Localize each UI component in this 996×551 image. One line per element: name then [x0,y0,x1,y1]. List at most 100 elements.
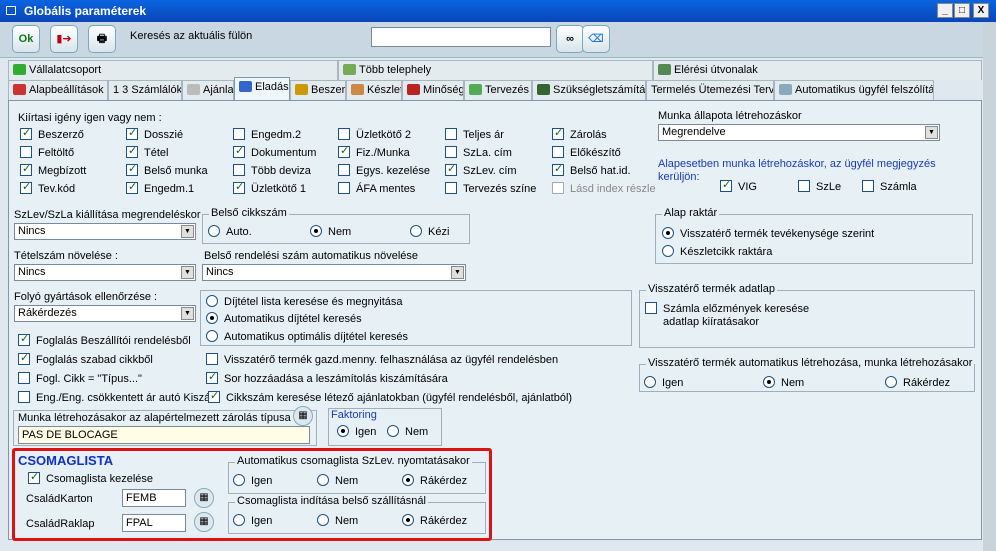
maximize-button[interactable]: □ [954,3,970,18]
kiirtasi-checkbox[interactable]: Üzletkötő 1 [233,180,306,195]
dijtetel-optimalis-radio[interactable]: Automatikus optimális díjtétel keresés [206,330,408,343]
tab-alapbeallitasok[interactable]: Alapbeállítások [8,80,108,100]
right-scrollbar[interactable] [983,22,996,551]
kiirtasi-checkbox[interactable]: Fiz./Munka [338,144,410,159]
csalad-raklap-picker-button[interactable]: ▦ [194,512,214,532]
tab-szamlalok[interactable]: 1 3 Számlálók [108,80,182,100]
foglalas-szabad-cikk-checkbox[interactable]: Foglalás szabad cikkből [18,351,153,366]
auto-csomaglista-nem-radio[interactable]: Nem [317,474,358,487]
kiirtasi-checkbox[interactable]: Tev.kód [20,180,75,195]
faktoring-nem-radio[interactable]: Nem [387,425,428,438]
tab-eleresi-utvonalak[interactable]: Elérési útvonalak [653,60,982,80]
szamla-checkbox[interactable]: Számla [862,180,917,193]
belso-cikkszam-nem-radio[interactable]: Nem [310,225,351,238]
alap-raktar-visszatero-radio[interactable]: Visszatérő termék tevékenysége szerint [662,227,874,240]
alap-raktar-keszletcikk-radio[interactable]: Készletcikk raktára [662,245,772,258]
plan-icon [469,84,482,95]
belso-rendelesi-select[interactable]: Nincs ▼ [202,264,466,281]
faktoring-igen-radio[interactable]: Igen [337,425,376,438]
foglalas-beszallitoi-checkbox[interactable]: Foglalás Beszállítói rendelésből [18,332,191,347]
kiirtasi-checkbox[interactable]: Lásd index részle [552,182,656,195]
ok-button-label: Ok [18,33,34,45]
kiirtasi-checkbox[interactable]: Több deviza [233,164,311,177]
csalad-karton-picker-button[interactable]: ▦ [194,488,214,508]
kiirtasi-checkbox[interactable]: Megbízott [20,162,86,177]
tab-szuksegletszamitas[interactable]: Szükségletszámítás [532,80,646,100]
fogl-cikk-tipus-checkbox[interactable]: Fogl. Cikk = "Típus..." [18,372,142,385]
belso-szallitas-igen-radio[interactable]: Igen [233,514,272,527]
eraser-button[interactable]: ⌫ [582,25,610,53]
kiirtasi-checkbox[interactable]: SzLa. cím [445,146,512,159]
kiirtasi-checkbox[interactable]: Előkészítő [552,146,621,159]
print-button[interactable]: 🖶 [88,25,116,53]
kiirtasi-checkbox[interactable]: Egys. kezelése [338,164,430,177]
belso-szallitas-rakerdez-radio[interactable]: Rákérdez [402,514,467,527]
belso-cikkszam-kezi-radio[interactable]: Kézi [410,225,449,238]
kiirtasi-checkbox[interactable]: SzLev. cím [445,162,517,177]
chevron-down-icon[interactable]: ▼ [181,307,194,320]
tab-tervezes[interactable]: Tervezés [464,80,532,100]
szle-checkbox[interactable]: SzLe [798,180,841,193]
eng-csokkentett-checkbox[interactable]: Eng./Eng. csökkentett ár autó Kiszá [18,391,210,404]
dijtetel-lista-radio[interactable]: Díjtétel lista keresése és megnyitása [206,295,403,308]
kiirtasi-checkbox[interactable]: Feltöltő [20,146,74,159]
sor-hozzaadasa-checkbox[interactable]: Sor hozzáadása a leszámítolás kiszámítás… [206,370,448,385]
kiirtasi-checkbox[interactable]: Belső hat.id. [552,162,631,177]
kiirtasi-checkbox[interactable]: Beszerző [20,126,84,141]
chevron-down-icon[interactable]: ▼ [181,225,194,238]
chevron-down-icon[interactable]: ▼ [925,126,938,139]
munka-zarolas-input[interactable]: PAS DE BLOCAGE [18,426,310,444]
belso-cikkszam-auto-radio[interactable]: Auto. [208,225,252,238]
kiirtasi-checkbox[interactable]: Dokumentum [233,144,316,159]
vig-checkbox[interactable]: VIG [720,178,757,193]
dijtetel-automatikus-radio[interactable]: Automatikus díjtétel keresés [206,312,362,325]
kiirtasi-checkbox[interactable]: Tervezés színe [445,182,536,195]
auto-csomaglista-rakerdez-radio[interactable]: Rákérdez [402,474,467,487]
tab-row-bottom: Alapbeállítások 1 3 Számlálók Ajánlat El… [8,77,982,100]
kiirtasi-checkbox[interactable]: Zárolás [552,126,607,141]
tab-keszlet[interactable]: Készlet [346,80,402,100]
szamla-elozmenyek-checkbox[interactable]: Számla előzmények keresése [645,302,809,315]
csalad-raklap-input[interactable]: FPAL [122,514,186,532]
tab-tobb-telephely[interactable]: Több telephely [338,60,653,80]
tab-beszer[interactable]: Beszer. [290,80,346,100]
kiirtasi-checkbox[interactable]: Üzletkötő 2 [338,128,411,141]
window-menu-icon[interactable] [6,6,16,15]
csomaglista-kezelese-checkbox[interactable]: Csomaglista kezelése [28,470,153,485]
auto-csomaglista-igen-radio[interactable]: Igen [233,474,272,487]
tab-termeles-utemezesi-terv[interactable]: Termelés Ütemezési Terv [646,80,774,100]
chevron-down-icon[interactable]: ▼ [181,266,194,279]
tab-minoseg[interactable]: Minőség [402,80,464,100]
kiirtasi-checkbox[interactable]: Dosszié [126,126,183,141]
tab-automatikus-ugyfel-felszolitas[interactable]: Automatikus ügyfél felszólítás [774,80,934,100]
kiirtasi-checkbox[interactable]: Engedm.1 [126,180,194,195]
visszatero-auto-rakerdez-radio[interactable]: Rákérdez [885,376,950,389]
munka-zarolas-picker-button[interactable]: ▦ [293,406,313,426]
tab-eladas[interactable]: Eladás [234,77,290,100]
kiirtasi-checkbox[interactable]: ÁFA mentes [338,182,415,195]
minimize-button[interactable]: _ [937,3,953,18]
visszatero-gazd-menny-checkbox[interactable]: Visszatérő termék gazd.menny. felhasznál… [206,353,558,366]
tab-ajanlat[interactable]: Ajánlat [182,80,234,100]
szlev-kiallitasa-select[interactable]: Nincs ▼ [14,223,196,240]
csalad-karton-input[interactable]: FEMB [122,489,186,507]
kiirtasi-checkbox[interactable]: Engedm.2 [233,128,301,141]
kiirtasi-checkbox[interactable]: Belső munka [126,162,208,177]
belso-szallitas-nem-radio[interactable]: Nem [317,514,358,527]
kiirtasi-checkbox[interactable]: Tétel [126,144,168,159]
kiirtasi-checkbox[interactable]: Teljes ár [445,128,504,141]
binoculars-search-button[interactable]: ∞ [556,25,584,53]
exit-door-button[interactable]: ▮➜ [50,25,78,53]
close-button[interactable]: X [973,3,989,18]
munka-allapota-select[interactable]: Megrendelve ▼ [658,124,940,141]
cikkszam-keresese-checkbox[interactable]: Cikkszám keresése létező ajánlatokban (ü… [208,389,572,404]
search-input[interactable] [371,27,551,47]
visszatero-auto-igen-radio[interactable]: Igen [644,376,683,389]
tetelszam-select[interactable]: Nincs ▼ [14,264,196,281]
window-titlebar[interactable]: Globális paraméterek _ □ X [0,0,996,22]
window-title: Globális paraméterek [24,4,147,18]
ok-button[interactable]: Ok [12,25,40,53]
chevron-down-icon[interactable]: ▼ [451,266,464,279]
visszatero-auto-nem-radio[interactable]: Nem [763,376,804,389]
folyo-gyartasok-select[interactable]: Rákérdezés ▼ [14,305,196,322]
